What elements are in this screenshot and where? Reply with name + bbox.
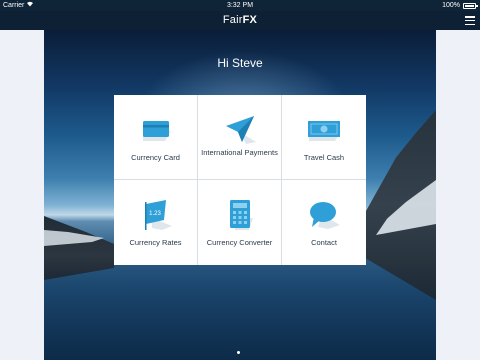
paper-plane-icon bbox=[198, 113, 281, 147]
feature-grid: Currency Card International Payments Tra… bbox=[114, 95, 366, 265]
calculator-icon bbox=[198, 198, 281, 232]
battery-percent: 100% bbox=[442, 2, 460, 9]
tile-travel-cash[interactable]: Travel Cash bbox=[282, 95, 366, 180]
logo-prefix: Fair bbox=[222, 14, 243, 26]
hamburger-menu-icon[interactable] bbox=[465, 16, 475, 25]
banknote-icon bbox=[282, 113, 366, 147]
rates-icon-text: 1.23 bbox=[149, 211, 161, 217]
tile-label: Travel Cash bbox=[303, 153, 345, 162]
tile-international-payments[interactable]: International Payments bbox=[198, 95, 282, 180]
tile-contact[interactable]: Contact bbox=[282, 180, 366, 265]
right-margin bbox=[436, 30, 480, 360]
status-bar: Carrier 3:32 PM 100% bbox=[0, 0, 480, 11]
app-header: FairFX bbox=[0, 11, 480, 30]
greeting-text: Hi Steve bbox=[217, 56, 263, 70]
fairfx-logo: FairFX bbox=[0, 13, 480, 28]
page-indicator-dot bbox=[237, 351, 240, 354]
tile-currency-rates[interactable]: 1.23 Currency Rates bbox=[114, 180, 198, 265]
tile-label: International Payments bbox=[201, 148, 278, 157]
tile-label: Currency Card bbox=[131, 153, 180, 162]
tile-currency-card[interactable]: Currency Card bbox=[114, 95, 198, 180]
credit-card-icon bbox=[114, 113, 197, 147]
logo-suffix: FX bbox=[242, 14, 258, 26]
rates-flag-icon: 1.23 bbox=[114, 198, 197, 232]
status-time: 3:32 PM bbox=[226, 2, 254, 9]
chat-bubble-icon bbox=[282, 198, 366, 232]
tile-label: Currency Converter bbox=[206, 238, 273, 247]
tile-label: Contact bbox=[311, 238, 337, 247]
left-margin bbox=[0, 30, 44, 360]
battery-icon bbox=[463, 3, 478, 9]
tile-currency-converter[interactable]: Currency Converter bbox=[198, 180, 282, 265]
tile-label: Currency Rates bbox=[129, 238, 182, 247]
